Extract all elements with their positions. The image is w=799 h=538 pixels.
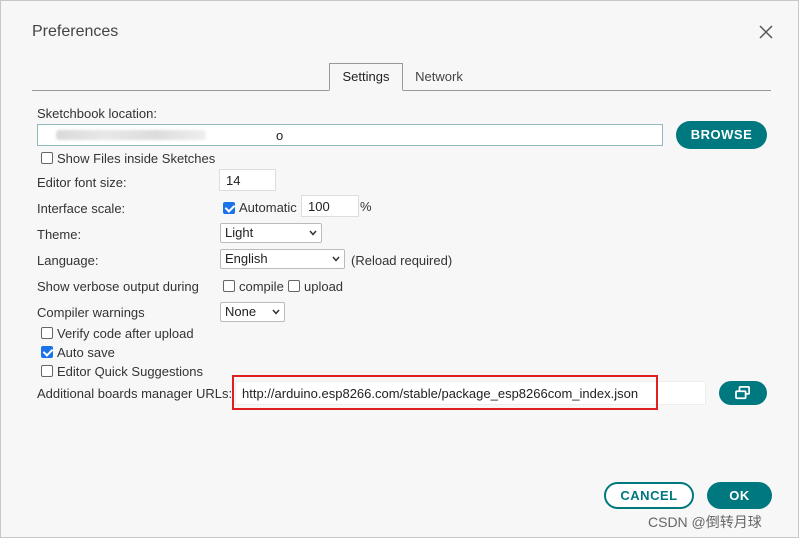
compiler-warnings-label: Compiler warnings bbox=[37, 305, 145, 320]
preferences-dialog: Preferences Settings Network Sketchbook … bbox=[0, 0, 799, 538]
compiler-warnings-select[interactable]: None bbox=[220, 302, 285, 322]
compiler-warnings-value: None bbox=[225, 304, 257, 319]
redacted-path bbox=[56, 130, 206, 140]
close-icon[interactable] bbox=[757, 23, 775, 41]
theme-select[interactable]: Light bbox=[220, 223, 322, 243]
open-in-window-icon bbox=[735, 386, 750, 400]
chevron-down-icon bbox=[272, 309, 280, 315]
language-select[interactable]: English bbox=[220, 249, 345, 269]
editor-font-size-label: Editor font size: bbox=[37, 175, 127, 190]
ok-button[interactable]: OK bbox=[707, 482, 772, 509]
sketchbook-path-suffix: o bbox=[276, 128, 284, 143]
verify-after-upload-checkbox[interactable] bbox=[41, 327, 53, 339]
interface-scale-label: Interface scale: bbox=[37, 201, 126, 216]
tab-network[interactable]: Network bbox=[405, 64, 473, 90]
interface-scale-unit: % bbox=[360, 199, 372, 214]
language-value: English bbox=[225, 251, 268, 266]
watermark: CSDN @倒转月球 bbox=[648, 514, 762, 530]
language-note: (Reload required) bbox=[351, 253, 453, 268]
chevron-down-icon bbox=[332, 256, 340, 262]
sketchbook-location-input[interactable]: o bbox=[37, 124, 663, 146]
verbose-output-label: Show verbose output during bbox=[37, 279, 199, 294]
auto-save-checkbox[interactable] bbox=[41, 346, 53, 358]
language-label: Language: bbox=[37, 253, 99, 268]
auto-save-label: Auto save bbox=[57, 345, 115, 360]
verbose-upload-label: upload bbox=[304, 279, 344, 294]
dialog-title: Preferences bbox=[32, 23, 119, 40]
open-urls-window-button[interactable] bbox=[719, 381, 767, 405]
editor-quick-suggestions-checkbox[interactable] bbox=[41, 365, 53, 377]
editor-quick-suggestions-label: Editor Quick Suggestions bbox=[57, 364, 203, 379]
verbose-compile-checkbox[interactable] bbox=[223, 280, 235, 292]
show-files-label: Show Files inside Sketches bbox=[57, 151, 216, 166]
highlight-box bbox=[232, 375, 658, 410]
verbose-upload-checkbox[interactable] bbox=[288, 280, 300, 292]
automatic-scale-checkbox[interactable] bbox=[223, 202, 235, 214]
editor-font-size-input[interactable]: 14 bbox=[219, 169, 276, 191]
sketchbook-label: Sketchbook location: bbox=[37, 106, 157, 121]
chevron-down-icon bbox=[309, 230, 317, 236]
browse-button[interactable]: BROWSE bbox=[676, 121, 767, 149]
cancel-button[interactable]: CANCEL bbox=[604, 482, 694, 509]
show-files-checkbox[interactable] bbox=[41, 152, 53, 164]
verbose-compile-label: compile bbox=[239, 279, 284, 294]
theme-value: Light bbox=[225, 225, 254, 240]
interface-scale-input[interactable]: 100 bbox=[301, 195, 359, 217]
theme-label: Theme: bbox=[37, 227, 82, 242]
automatic-scale-label: Automatic bbox=[239, 200, 297, 215]
tab-settings[interactable]: Settings bbox=[329, 63, 403, 91]
verify-after-upload-label: Verify code after upload bbox=[57, 326, 194, 341]
boards-urls-label: Additional boards manager URLs: bbox=[37, 386, 233, 401]
